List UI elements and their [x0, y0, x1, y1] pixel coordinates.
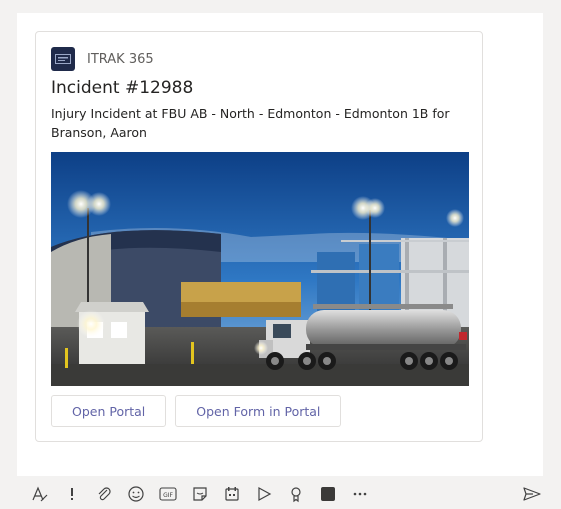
stream-icon[interactable] [248, 480, 280, 508]
incident-subtitle: Injury Incident at FBU AB - North - Edmo… [51, 106, 450, 140]
app-logo [51, 47, 75, 71]
incident-image [51, 152, 469, 386]
praise-icon[interactable] [280, 480, 312, 508]
send-icon[interactable] [516, 480, 548, 508]
emoji-icon[interactable] [120, 480, 152, 508]
attach-icon[interactable] [88, 480, 120, 508]
open-form-in-portal-button[interactable]: Open Form in Portal [175, 395, 342, 427]
app-icon[interactable] [312, 480, 344, 508]
format-icon[interactable] [24, 480, 56, 508]
incident-title: Incident #12988 [51, 78, 194, 98]
card-actions: Open Portal Open Form in Portal [51, 395, 342, 427]
meeting-icon[interactable] [216, 480, 248, 508]
gif-label: GIF [163, 492, 173, 499]
app-name: ITRAK 365 [87, 51, 154, 67]
gif-icon[interactable]: GIF [152, 480, 184, 508]
important-icon[interactable] [56, 480, 88, 508]
more-icon[interactable] [344, 480, 376, 508]
card-header: ITRAK 365 [51, 46, 154, 72]
compose-toolbar: GIF [24, 480, 544, 508]
open-portal-button[interactable]: Open Portal [51, 395, 167, 427]
adaptive-card: ITRAK 365 Incident #12988 Injury Inciden… [35, 31, 483, 442]
sticker-icon[interactable] [184, 480, 216, 508]
